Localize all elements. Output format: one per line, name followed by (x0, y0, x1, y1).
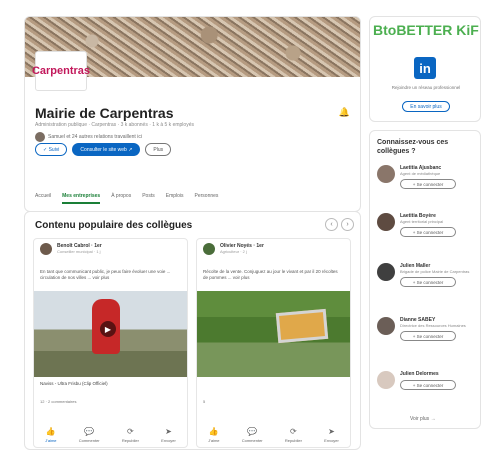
tab-about[interactable]: À propos (111, 193, 131, 204)
avatar[interactable] (377, 371, 395, 389)
send-button[interactable]: ➤ Envoyer (324, 427, 339, 443)
person-role: Agent territorial principal (400, 219, 444, 224)
tab-home[interactable]: Accueil (35, 193, 51, 204)
send-icon: ➤ (328, 427, 335, 436)
connect-button[interactable]: + Se connecter (400, 179, 456, 189)
website-button[interactable]: Consulter le site web ↗ (72, 143, 141, 156)
avatar[interactable] (40, 243, 52, 255)
learn-more-button[interactable]: En savoir plus (402, 101, 450, 112)
like-button[interactable]: 👍 J'aime (208, 427, 219, 443)
company-tabs: Accueil Mes entreprises À propos Posts E… (35, 193, 218, 204)
send-button[interactable]: ➤ Envoyer (161, 427, 176, 443)
more-button[interactable]: Plus (145, 143, 172, 156)
list-item: Dianne SABEY Directrice des Ressources H… (377, 317, 477, 341)
post-actions: 👍 J'aime 💬 Commenter ⟳ Republier ➤ Envoyer (34, 427, 187, 443)
thumbs-up-icon: 👍 (45, 427, 56, 436)
post-video[interactable]: ▶ (34, 291, 187, 377)
ad-text: Rejoindre un réseau professionnel (391, 85, 461, 90)
see-more-link[interactable]: Voir plus → (410, 416, 436, 422)
person-role: Directrice des Ressources Humaines (400, 323, 466, 328)
thumbs-up-icon: 👍 (208, 427, 219, 436)
person-role: Agent de médiathèque (400, 171, 441, 176)
bell-icon[interactable]: 🔔 (339, 107, 350, 118)
previous-button[interactable]: ‹ (325, 218, 338, 231)
comment-label: Commenter (78, 438, 100, 443)
avatar[interactable] (377, 165, 395, 183)
comment-icon: 💬 (247, 427, 258, 436)
next-button[interactable]: › (341, 218, 354, 231)
list-item: Laetitia Boyère Agent territorial princi… (377, 213, 477, 237)
post-subtitle: Agriculteur · 2 j (220, 249, 247, 254)
company-logo[interactable]: Carpentras (31, 51, 91, 91)
person-name[interactable]: Julien Delormes (400, 371, 456, 377)
repost-button[interactable]: ⟳ Republier (122, 427, 139, 443)
section-title: Contenu populaire des collègues (35, 220, 193, 231)
person-role: Brigade de police Mairie de Carpentras (400, 269, 470, 274)
list-item: Laetitia Ajusbanc Agent de médiathèque +… (377, 165, 477, 189)
avatar (35, 132, 45, 142)
connections-line[interactable]: Samuel et 24 autres relations travaillen… (35, 132, 142, 142)
post-card: Olivier Noyés · 1er Agriculteur · 2 j Ré… (196, 238, 351, 448)
comment-button[interactable]: 💬 Commenter (79, 427, 100, 443)
repost-icon: ⟳ (290, 427, 297, 436)
avatar[interactable] (377, 317, 395, 335)
post-actions: 👍 J'aime 💬 Commenter ⟳ Republier ➤ Envoyer (197, 427, 350, 443)
page-title: Mairie de Carpentras (35, 105, 174, 121)
avatar[interactable] (203, 243, 215, 255)
like-label: J'aime (45, 438, 57, 443)
connect-button[interactable]: + Se connecter (400, 331, 456, 341)
company-header-card: Carpentras Mairie de Carpentras 🔔 Admini… (24, 16, 361, 212)
like-button[interactable]: 👍 J'aime (45, 427, 56, 443)
post-image[interactable] (197, 291, 350, 377)
people-suggestions: Connaissez-vous ces collègues ? Laetitia… (369, 130, 481, 429)
connect-button[interactable]: + Se connecter (400, 227, 456, 237)
repost-icon: ⟳ (127, 427, 134, 436)
tab-my-company[interactable]: Mes entreprises (62, 193, 101, 204)
comment-icon: 💬 (84, 427, 95, 436)
action-buttons: ✓ Suivi Consulter le site web ↗ Plus (35, 143, 172, 156)
send-label: Envoyer (161, 438, 176, 443)
video-caption[interactable]: Naviss - Ultra Frisbu (Clip Officiel) (40, 381, 180, 386)
post-header: Olivier Noyés · 1er Agriculteur · 2 j (203, 243, 264, 255)
comment-button[interactable]: 💬 Commenter (242, 427, 263, 443)
post-text: Récolte de la vente. Conjuguez au jour l… (203, 269, 338, 280)
repost-label: Republier (284, 438, 302, 443)
logo-text: Carpentras (31, 65, 91, 77)
people-title: Connaissez-vous ces collègues ? (377, 139, 449, 155)
reaction-count[interactable]: 5 (203, 399, 205, 404)
list-item: Julien Delormes + Se connecter (377, 371, 477, 390)
tab-posts[interactable]: Posts (142, 193, 155, 204)
repost-button[interactable]: ⟳ Republier (285, 427, 302, 443)
avatar[interactable] (377, 263, 395, 281)
like-label: J'aime (208, 438, 220, 443)
follow-button[interactable]: ✓ Suivi (35, 143, 68, 156)
popular-content-section: Contenu populaire des collègues ‹ › Beno… (24, 211, 361, 450)
reaction-count[interactable]: 12 · 2 commentaires (40, 399, 76, 404)
play-icon[interactable]: ▶ (100, 321, 116, 337)
ad-card: BtoBETTER KiF in Rejoindre un réseau pro… (369, 16, 481, 122)
post-header: Benoît Cabrol · 1er Conseiller municipal… (40, 243, 102, 255)
tab-jobs[interactable]: Emplois (166, 193, 184, 204)
comment-label: Commenter (241, 438, 263, 443)
post-text: En tant que communicant public, je peux … (40, 269, 171, 280)
fruit-crate (275, 308, 329, 344)
org-meta: Administration publique · Carpentras · 3… (35, 122, 194, 128)
post-card: Benoît Cabrol · 1er Conseiller municipal… (33, 238, 188, 448)
repost-label: Republier (121, 438, 139, 443)
connect-button[interactable]: + Se connecter (400, 277, 456, 287)
avatar[interactable] (377, 213, 395, 231)
list-item: Julien Maller Brigade de police Mairie d… (377, 263, 477, 287)
post-subtitle: Conseiller municipal · 1 j (57, 249, 101, 254)
connect-button[interactable]: + Se connecter (400, 380, 456, 390)
ad-banner[interactable]: BtoBETTER KiF (370, 17, 480, 47)
send-icon: ➤ (165, 427, 172, 436)
tab-people[interactable]: Personnes (195, 193, 219, 204)
send-label: Envoyer (324, 438, 339, 443)
connections-text: Samuel et 24 autres relations travaillen… (48, 134, 142, 140)
linkedin-icon: in (414, 57, 436, 79)
